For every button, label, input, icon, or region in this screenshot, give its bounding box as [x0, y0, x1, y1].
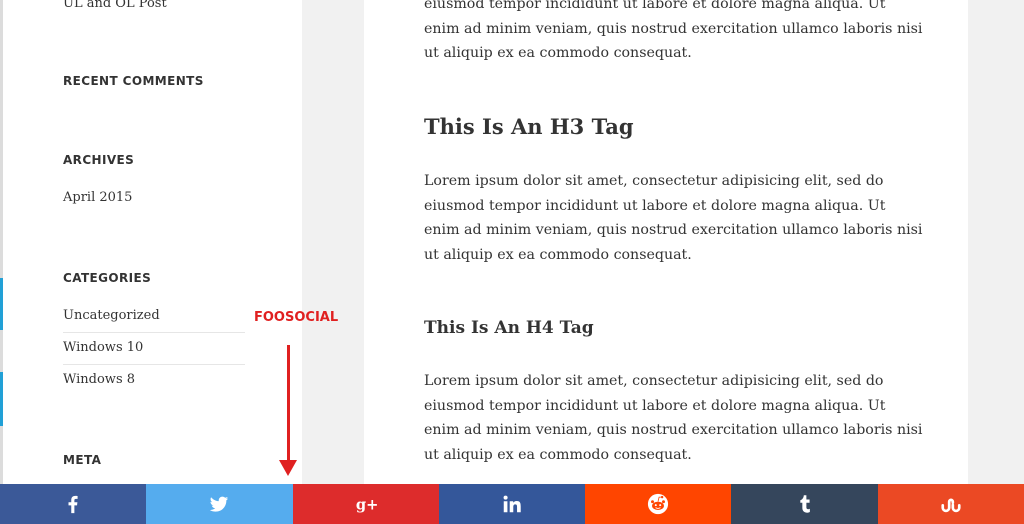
- tumblr-icon: [799, 495, 810, 513]
- linkedin-share-button[interactable]: [438, 484, 586, 524]
- tumblr-share-button[interactable]: [731, 484, 878, 524]
- paragraph-h4: Lorem ipsum dolor sit amet, consectetur …: [424, 373, 923, 463]
- reddit-share-button[interactable]: [585, 484, 732, 524]
- reddit-icon: [648, 493, 669, 515]
- h3-heading: This Is An H3 Tag: [424, 114, 634, 139]
- google-plus-icon: g+: [356, 497, 377, 514]
- paragraph-h3: Lorem ipsum dolor sit amet, consectetur …: [424, 173, 923, 263]
- foosocial-annotation: FOOSOCIAL: [254, 310, 339, 325]
- twitter-share-button[interactable]: [146, 484, 293, 524]
- stumbleupon-icon: [941, 498, 961, 513]
- google-plus-share-button[interactable]: g+: [292, 484, 439, 524]
- category-separator: [63, 332, 245, 333]
- category-link-windows-8[interactable]: Windows 8: [63, 372, 135, 387]
- facebook-icon: [68, 495, 78, 514]
- annotation-arrow: [287, 345, 290, 463]
- recent-comments-heading: RECENT COMMENTS: [63, 74, 204, 88]
- archives-heading: ARCHIVES: [63, 153, 135, 167]
- twitter-icon: [210, 496, 229, 512]
- linkedin-icon: [503, 495, 521, 513]
- sidebar-post-link[interactable]: UL and OL Post: [63, 0, 167, 11]
- sidebar: UL and OL Post RECENT COMMENTS ARCHIVES …: [3, 0, 302, 484]
- svg-text:g+: g+: [356, 497, 377, 514]
- meta-heading: META: [63, 453, 102, 467]
- paragraph-top: eiusmod tempor incididunt ut labore et d…: [424, 0, 923, 61]
- facebook-share-button[interactable]: [0, 484, 147, 524]
- h4-heading: This Is An H4 Tag: [424, 318, 594, 338]
- post-content: eiusmod tempor incididunt ut labore et d…: [364, 0, 968, 484]
- archive-link[interactable]: April 2015: [63, 190, 132, 205]
- social-share-bar: g+: [0, 484, 1024, 524]
- category-link-uncategorized[interactable]: Uncategorized: [63, 308, 160, 323]
- category-link-windows-10[interactable]: Windows 10: [63, 340, 143, 355]
- annotation-arrow-head: [279, 460, 297, 476]
- stumbleupon-share-button[interactable]: [877, 484, 1024, 524]
- categories-heading: CATEGORIES: [63, 271, 152, 285]
- category-separator: [63, 364, 245, 365]
